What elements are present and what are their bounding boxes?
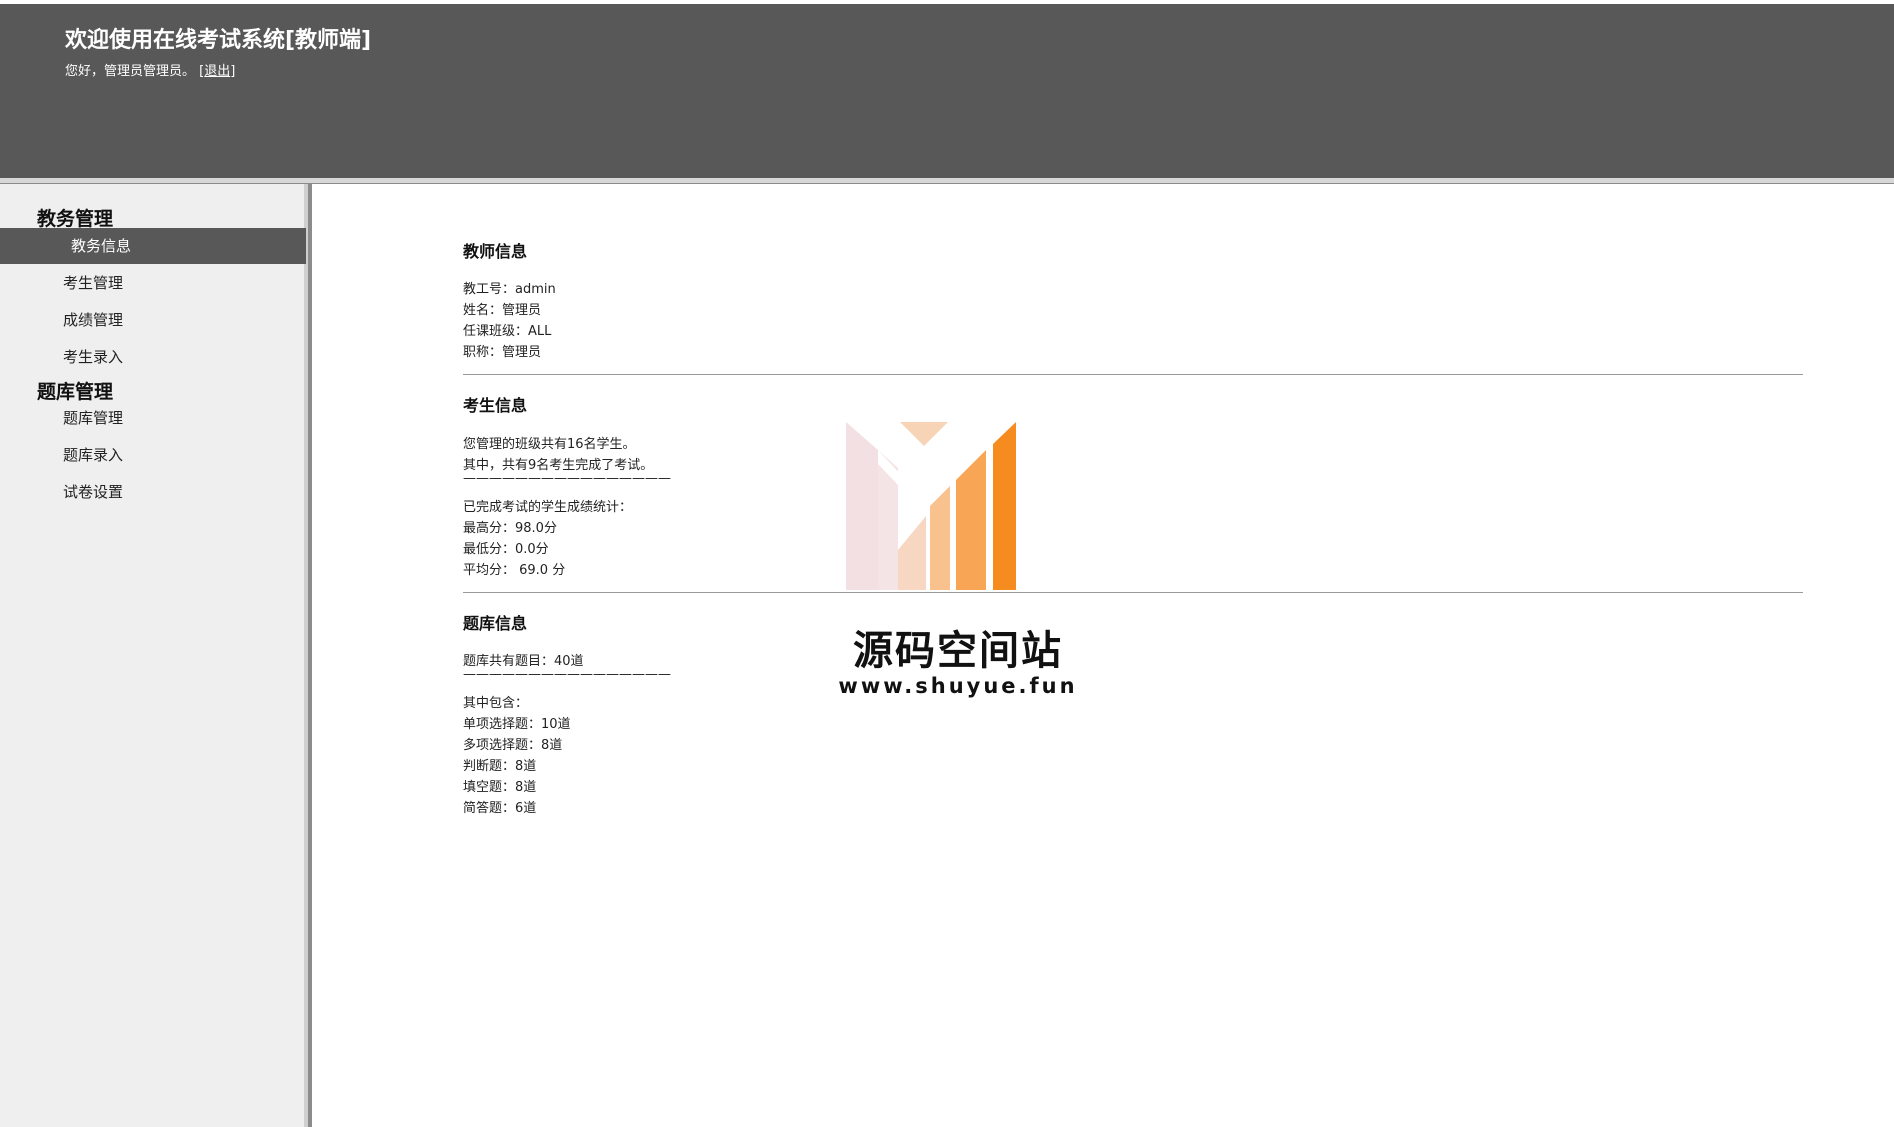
- teacher-name: 姓名：管理员: [463, 303, 542, 318]
- bank-true-false: 判断题：8道: [463, 759, 537, 774]
- bank-short-answer: 简答题：6道: [463, 801, 537, 816]
- teacher-title: 职称：管理员: [463, 345, 542, 360]
- score-stats-label: 已完成考试的学生成绩统计：: [463, 500, 633, 515]
- main-content: 教师信息 教工号：admin 姓名：管理员 任课班级：ALL 职称：管理员 考生…: [312, 184, 1894, 1127]
- user-greeting: 您好，管理员管理员。 [退出]: [65, 60, 235, 79]
- bank-fill-blank: 填空题：8道: [463, 780, 537, 795]
- sidebar-item-paper-settings[interactable]: 试卷设置: [0, 474, 306, 510]
- bank-contains-label: 其中包含：: [463, 696, 529, 711]
- app-title: 欢迎使用在线考试系统[教师端]: [65, 28, 372, 53]
- sidebar-item-score-management[interactable]: 成绩管理: [0, 302, 306, 338]
- sidebar-item-question-entry[interactable]: 题库录入: [0, 437, 306, 473]
- sidebar-item-student-management[interactable]: 考生管理: [0, 265, 306, 301]
- section-divider: [463, 374, 1803, 375]
- bank-separator: ————————————————: [463, 667, 671, 682]
- watermark-logo: 源码空间站 www.shuyue.fun: [838, 420, 1078, 710]
- sidebar-item-academic-info[interactable]: 教务信息: [0, 228, 306, 264]
- logo-mark-icon: [846, 422, 1016, 590]
- sidebar-item-question-management[interactable]: 题库管理: [0, 400, 306, 436]
- watermark-text: 源码空间站: [853, 628, 1063, 674]
- section-divider: [463, 592, 1803, 593]
- logout-bracket-close: ]: [230, 64, 236, 79]
- sidebar-group-academic: 教务管理: [37, 208, 114, 230]
- sidebar: 教务管理 教务信息 考生管理 成绩管理 考生录入 题库管理 题库管理 题库录入 …: [0, 184, 308, 1127]
- student-total: 您管理的班级共有16名学生。: [463, 437, 636, 452]
- watermark-url: www.shuyue.fun: [838, 674, 1078, 698]
- section-title-bank: 题库信息: [463, 614, 528, 633]
- section-title-teacher: 教师信息: [463, 242, 528, 261]
- logout-link[interactable]: 退出: [204, 64, 230, 79]
- header-bar: 欢迎使用在线考试系统[教师端] 您好，管理员管理员。 [退出]: [0, 0, 1894, 181]
- teacher-id: 教工号：admin: [463, 282, 556, 297]
- sidebar-item-student-entry[interactable]: 考生录入: [0, 339, 306, 375]
- student-separator: ————————————————: [463, 471, 671, 486]
- bank-multi-choice: 多项选择题：8道: [463, 738, 563, 753]
- greeting-text: 您好，管理员管理员。: [65, 64, 196, 79]
- teacher-class: 任课班级：ALL: [463, 324, 552, 339]
- section-title-students: 考生信息: [463, 396, 528, 415]
- score-avg: 平均分： 69.0 分: [463, 563, 566, 578]
- score-min: 最低分：0.0分: [463, 542, 549, 557]
- bank-single-choice: 单项选择题：10道: [463, 717, 571, 732]
- score-max: 最高分：98.0分: [463, 521, 557, 536]
